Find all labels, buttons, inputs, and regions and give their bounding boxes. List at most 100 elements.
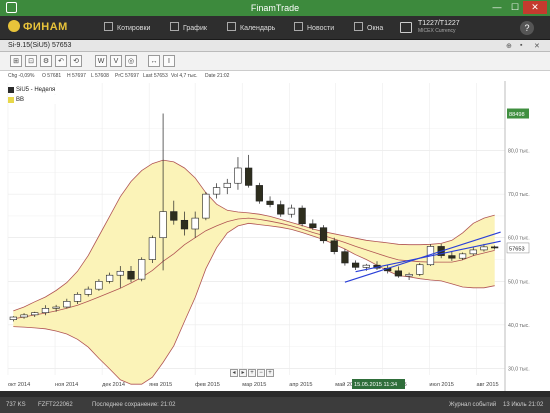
candle-body (9, 316, 17, 320)
candle-body (73, 294, 82, 302)
candle-body (362, 264, 370, 268)
legend-swatch-bb (8, 96, 14, 103)
candle-body (255, 185, 263, 202)
help-button[interactable]: ? (520, 21, 534, 35)
maximize-button[interactable]: ☐ (506, 1, 524, 14)
chart-scroll-controls: ◂ ▸ + − + (230, 369, 275, 377)
candle-body (84, 288, 92, 295)
legend-label-bb: BB (16, 96, 25, 103)
candle-body (448, 255, 456, 259)
nav-calendar-label: Календарь (240, 25, 276, 32)
toolbar-button-v[interactable]: V (110, 55, 122, 67)
legend-item-bb[interactable]: BB (8, 95, 60, 104)
nav-chart[interactable]: График (170, 22, 207, 34)
info-high: H 57697 (67, 73, 86, 79)
briefcase-icon (400, 22, 412, 33)
info-open: O 57681 (42, 73, 62, 79)
candle-body (480, 246, 488, 251)
nav-quotes[interactable]: Котировки (104, 22, 150, 34)
price-chart[interactable]: 30,0 тыс. 40,0 тыс. 50,0 тыс. 60,0 тыс. 70,0… (0, 81, 550, 391)
candle-body (309, 223, 317, 228)
legend-swatch-instrument (8, 86, 14, 93)
event-log-link[interactable]: Журнал событий (449, 402, 496, 408)
candle-body (341, 251, 349, 264)
cursor-date-text: 15.05.2015 11:34 (354, 382, 397, 388)
candle-body (170, 211, 178, 221)
chart-panel-header: Si-9.15(SiU5) 57653 ⊕ ▪ ✕ (0, 40, 550, 52)
x-tick-label: апр 2015 (289, 382, 312, 388)
scroll-left-button[interactable]: ◂ (230, 369, 238, 377)
candle-body (63, 301, 71, 308)
logo-icon (8, 20, 20, 32)
candle-body (95, 280, 103, 290)
candle-body (138, 259, 146, 280)
toolbar-button-settings[interactable]: ⚙ (40, 55, 52, 67)
x-tick-label: ноя 2014 (55, 382, 78, 388)
panel-pin-button[interactable]: ⊕ (506, 42, 512, 50)
nav-news[interactable]: Новости (294, 22, 334, 34)
toolbar-button-cursor[interactable]: I (163, 55, 175, 67)
info-volume: Vol 4,7 тыс. (171, 73, 198, 79)
quote-info-bar: Chg -0,09% O 57681 H 57697 L 57608 PrC 5… (0, 71, 550, 81)
nav-chart-label: График (183, 25, 207, 32)
account-selector[interactable]: T1227/T1227 MICEX Currency (400, 19, 470, 37)
legend-label-instrument: SiU5 - Неделя (16, 86, 56, 93)
candle-body (105, 274, 114, 282)
last-price-text: 57653 (509, 246, 525, 252)
toolbar-button-w[interactable]: W (95, 55, 107, 67)
y-tick-label: 80,0 тыс. (508, 149, 530, 155)
info-date: Date 21:02 (205, 73, 230, 79)
toolbar-button-fit[interactable]: ↔ (148, 55, 160, 67)
candle-body (212, 187, 221, 195)
title-bar: FinamTrade — ☐ ✕ (0, 0, 550, 16)
candle-body (491, 246, 499, 249)
minimize-button[interactable]: — (488, 1, 506, 14)
candle-body (159, 211, 167, 239)
status-account-id: FZFT222062 (38, 402, 73, 408)
app-window: FinamTrade — ☐ ✕ ФИНАМ Котировки График … (0, 0, 550, 413)
news-icon (294, 22, 303, 31)
chart-area[interactable]: SiU5 - Неделя BB 30,0 тыс. 40,0 тыс. 50,0 … (0, 81, 550, 391)
candle-body (394, 270, 403, 277)
status-bar: 737 KS FZFT222062 Последнее сохранение: … (0, 397, 550, 413)
nav-quotes-label: Котировки (117, 25, 151, 32)
candle-body (31, 312, 39, 316)
candle-body (277, 204, 285, 215)
legend-item-instrument[interactable]: SiU5 - Неделя (8, 85, 60, 94)
toolbar-button-reset[interactable]: ⟲ (70, 55, 82, 67)
y-tick-label: 60,0 тыс. (508, 236, 530, 242)
candle-body (287, 207, 296, 215)
toolbar-button-crosshair[interactable]: ◎ (125, 55, 137, 67)
zoom-in-button[interactable]: + (248, 369, 256, 377)
info-low: L 57608 (91, 73, 109, 79)
y-tick-label: 70,0 тыс. (508, 192, 530, 198)
status-ks: 737 KS (6, 402, 26, 408)
status-last-save: Последнее сохранение: 21:02 (92, 402, 176, 408)
panel-title: Si-9.15(SiU5) 57653 (8, 42, 72, 49)
nav-calendar[interactable]: Календарь (227, 22, 275, 34)
scroll-right-button[interactable]: ▸ (239, 369, 247, 377)
toolbar-button-undo[interactable]: ↶ (55, 55, 67, 67)
zoom-out-button[interactable]: − (257, 369, 265, 377)
close-button[interactable]: ✕ (523, 1, 547, 14)
toolbar-button-window[interactable]: ⊡ (25, 55, 37, 67)
candle-body (148, 237, 157, 260)
toolbar-button-layout[interactable]: ⊞ (10, 55, 22, 67)
x-tick-label: дек 2014 (102, 382, 125, 388)
panel-close-button[interactable]: ✕ (534, 42, 540, 50)
panel-restore-button[interactable]: ▪ (520, 42, 522, 49)
chart-icon (170, 22, 179, 31)
zoom-fit-button[interactable]: + (266, 369, 274, 377)
account-name: T1227/T1227 (418, 20, 460, 27)
candle-body (298, 207, 306, 225)
main-navigation: ФИНАМ Котировки График Календарь Новости… (0, 16, 550, 40)
candle-body (469, 249, 477, 255)
info-change: Chg -0,09% (8, 73, 35, 79)
calendar-icon (227, 22, 236, 31)
candle-body (266, 200, 274, 205)
info-last: Last 57653 (143, 73, 168, 79)
candle-body (191, 217, 199, 230)
nav-windows[interactable]: Окна (354, 22, 383, 34)
y-axis: 30,0 тыс. 40,0 тыс. 50,0 тыс. 60,0 тыс. 70,0… (508, 149, 530, 373)
candle-body (41, 308, 50, 313)
